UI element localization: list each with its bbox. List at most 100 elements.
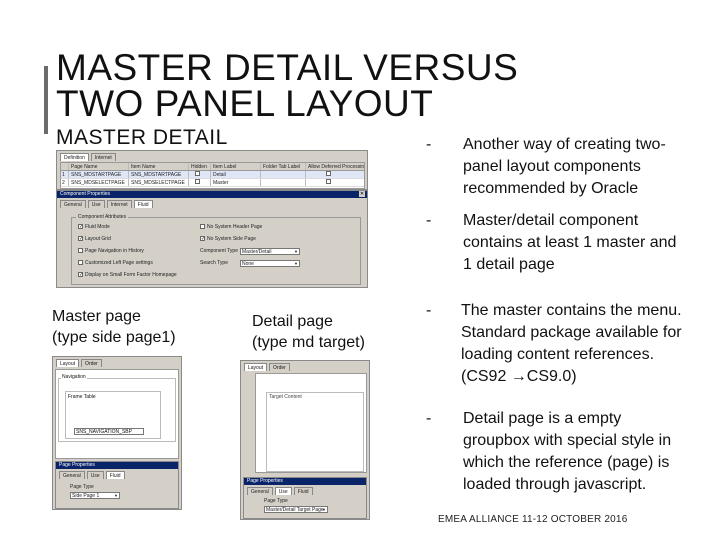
checkbox-label: Layout Grid bbox=[85, 236, 111, 242]
grid-row-1[interactable]: 1 SNS_MDSTARTPAGE SNS_MDSTARTPAGE Detail bbox=[61, 171, 364, 179]
grid-cell-num: 1 bbox=[61, 171, 69, 178]
close-icon[interactable]: ✕ bbox=[359, 191, 365, 197]
title-line-1: MASTER DETAIL VERSUS bbox=[56, 47, 519, 88]
tab-internet[interactable]: Internet bbox=[106, 200, 132, 208]
component-type-select[interactable]: Master/Detail ▼ bbox=[240, 248, 300, 255]
grid-cell-deferred-checkbox[interactable] bbox=[306, 179, 364, 186]
master-page-label-line1: Master page bbox=[52, 308, 141, 325]
checkbox-icon: ✓ bbox=[78, 224, 84, 231]
page-type-select[interactable]: Master/Detail Target Page ▼ bbox=[264, 506, 328, 513]
detail-page-properties-dialog: Page Properties General Use Fluid Page T… bbox=[243, 477, 367, 519]
page-grid: Page Name Item Name Hidden Item Label Fo… bbox=[60, 162, 365, 189]
bullet-text: Detail page is a empty groupbox with spe… bbox=[463, 410, 672, 493]
chevron-down-icon: ▼ bbox=[322, 507, 326, 512]
detail-page-properties-tabs: General Use Fluid bbox=[244, 485, 366, 495]
grid-cell-page-name: SNS_MDSELECTPAGE bbox=[69, 179, 129, 186]
master-page-properties-dialog: Page Properties General Use Fluid Page T… bbox=[55, 461, 179, 509]
bullet-dash: - bbox=[426, 302, 432, 319]
tab-use[interactable]: Use bbox=[86, 471, 104, 479]
target-content-groupbox: Target Content bbox=[266, 392, 364, 472]
bullet-text: Master/detail component contains at leas… bbox=[463, 212, 677, 273]
bullet-item: - Another way of creating two-panel layo… bbox=[426, 134, 688, 200]
checkbox-customized-left-page[interactable]: Customized Left Page settings bbox=[78, 260, 153, 267]
slide-footer: EMEA ALLIANCE 11-12 OCTOBER 2016 bbox=[438, 514, 628, 525]
grid-cell-folder-tab bbox=[261, 179, 306, 186]
chevron-down-icon: ▼ bbox=[114, 493, 118, 498]
checkbox-page-navigation-history[interactable]: Page Navigation in History bbox=[78, 248, 144, 255]
detail-page-properties-title: Page Properties bbox=[247, 478, 283, 484]
grid-cell-item-name: SNS_MDSELECTPAGE bbox=[129, 179, 189, 186]
master-page-canvas: Navigation Frame Table SNS_NAVIGATION_SB… bbox=[55, 369, 179, 459]
checkbox-icon bbox=[200, 224, 205, 230]
bullet-item: - Detail page is a empty groupbox with s… bbox=[426, 408, 688, 496]
checkbox-icon bbox=[78, 248, 83, 254]
master-page-label: Master page (type side page1) bbox=[52, 306, 176, 348]
component-attributes-label: Component Attributes bbox=[76, 214, 129, 220]
tab-fluid[interactable]: Fluid bbox=[105, 471, 125, 479]
grid-header-item-label: Item Label bbox=[211, 163, 261, 170]
grid-row-2[interactable]: 2 SNS_MDSELECTPAGE SNS_MDSELECTPAGE Mast… bbox=[61, 179, 364, 187]
definition-tabs: Definition Internet bbox=[57, 151, 367, 161]
checkbox-no-system-header[interactable]: No System Header Page bbox=[200, 224, 262, 231]
bullet-text: Another way of creating two-panel layout… bbox=[463, 136, 666, 197]
master-page-label-line2: (type side page1) bbox=[52, 329, 176, 346]
detail-page-canvas: Target Content bbox=[255, 373, 367, 473]
checkbox-label: No System Side Page bbox=[207, 236, 256, 242]
tab-general[interactable]: General bbox=[247, 487, 273, 495]
page-grid-header: Page Name Item Name Hidden Item Label Fo… bbox=[61, 163, 364, 171]
grid-cell-deferred-checkbox[interactable] bbox=[306, 171, 364, 178]
tab-internet[interactable]: Internet bbox=[90, 153, 116, 161]
checkbox-label: No System Header Page bbox=[207, 224, 263, 230]
tab-use[interactable]: Use bbox=[274, 487, 292, 495]
frame-table-label: Frame Table bbox=[68, 394, 96, 400]
checkbox-label: Page Navigation in History bbox=[85, 248, 144, 254]
grid-cell-page-name: SNS_MDSTARTPAGE bbox=[69, 171, 129, 178]
tab-general[interactable]: General bbox=[60, 200, 86, 208]
bullet-dash: - bbox=[426, 410, 432, 427]
target-content-label: Target Content bbox=[269, 394, 302, 400]
frame-table-group: Frame Table SNS_NAVIGATION_SBP bbox=[65, 391, 161, 439]
grid-cell-hidden-checkbox[interactable] bbox=[189, 179, 211, 186]
component-type-value: Master/Detail bbox=[242, 249, 272, 255]
component-properties-tabs: General Use Internet Fluid bbox=[57, 198, 367, 208]
tab-definition[interactable]: Definition bbox=[60, 153, 89, 161]
navigation-field[interactable]: SNS_NAVIGATION_SBP bbox=[74, 428, 144, 435]
checkbox-fluid-mode[interactable]: ✓ Fluid Mode bbox=[78, 224, 110, 231]
tab-general[interactable]: General bbox=[59, 471, 85, 479]
checkbox-no-system-side-page[interactable]: ✓ No System Side Page bbox=[200, 236, 256, 243]
component-properties-title: Component Properties bbox=[60, 191, 111, 197]
slide-title: MASTER DETAIL VERSUS TWO PANEL LAYOUT bbox=[56, 47, 519, 122]
chevron-down-icon: ▼ bbox=[294, 261, 298, 266]
search-type-label: Search Type bbox=[200, 260, 228, 266]
detail-page-screenshot: Layout Order Target Content Page Propert… bbox=[240, 360, 370, 520]
tab-layout[interactable]: Layout bbox=[244, 363, 268, 371]
checkbox-display-small-form-factor[interactable]: ✓ Display on Small Form Factor Homepage bbox=[78, 272, 177, 279]
component-definition-window: Definition Internet Page Name Item Name … bbox=[56, 150, 368, 190]
search-type-select[interactable]: None ▼ bbox=[240, 260, 300, 267]
checkbox-icon bbox=[78, 260, 83, 266]
page-type-value: Side Page 1 bbox=[72, 493, 100, 499]
tab-order[interactable]: Order bbox=[81, 359, 102, 367]
bullet-item: - The master contains the menu. Standard… bbox=[426, 300, 688, 388]
tab-layout[interactable]: Layout bbox=[56, 359, 80, 367]
detail-page-label-line1: Detail page bbox=[252, 313, 333, 330]
master-page-tabs: Layout Order bbox=[53, 357, 181, 367]
grid-cell-item-label: Detail bbox=[211, 171, 261, 178]
tab-fluid[interactable]: Fluid bbox=[133, 200, 153, 208]
checkbox-icon: ✓ bbox=[78, 272, 84, 279]
grid-cell-num: 2 bbox=[61, 179, 69, 186]
checkbox-layout-grid[interactable]: ✓ Layout Grid bbox=[78, 236, 111, 243]
bullet-dash: - bbox=[426, 136, 432, 153]
page-type-value: Master/Detail Target Page bbox=[266, 507, 324, 513]
navigation-label: Navigation bbox=[61, 374, 87, 380]
tab-order[interactable]: Order bbox=[269, 363, 290, 371]
grid-header-item-name: Item Name bbox=[129, 163, 189, 170]
bullet-item: - Master/detail component contains at le… bbox=[426, 210, 688, 276]
master-page-properties-tabs: General Use Fluid bbox=[56, 469, 178, 479]
page-type-select[interactable]: Side Page 1 ▼ bbox=[70, 492, 120, 499]
grid-cell-hidden-checkbox[interactable] bbox=[189, 171, 211, 178]
grid-header-num bbox=[61, 163, 69, 170]
tab-use[interactable]: Use bbox=[87, 200, 105, 208]
tab-fluid[interactable]: Fluid bbox=[293, 487, 313, 495]
checkbox-icon: ✓ bbox=[200, 236, 206, 243]
